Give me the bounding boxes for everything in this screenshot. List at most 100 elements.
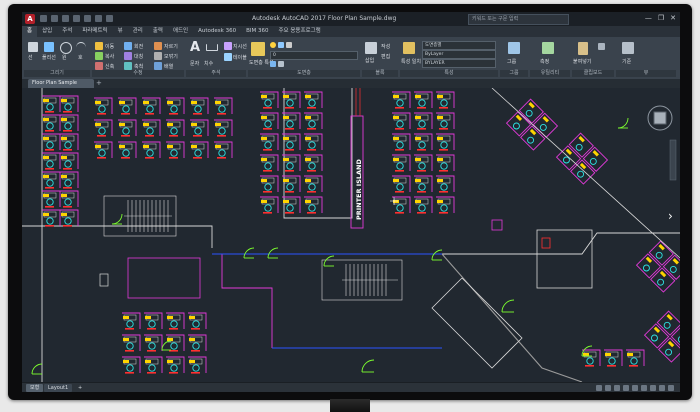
save-icon[interactable] (62, 15, 69, 22)
array-label[interactable]: 배열 (164, 63, 173, 70)
dimension-icon[interactable] (206, 44, 218, 51)
line-label[interactable]: 선 (28, 54, 33, 61)
lightbulb-icon[interactable] (270, 42, 276, 48)
panel-modify-label[interactable]: 수정 (92, 70, 184, 77)
layer-tool-icon[interactable] (270, 61, 276, 67)
snap-icon[interactable] (605, 385, 611, 391)
sun-icon[interactable] (278, 42, 284, 48)
edit-label[interactable]: 편집 (381, 53, 390, 60)
scale-icon[interactable] (124, 62, 132, 70)
rotate-label[interactable]: 회전 (134, 43, 143, 50)
match-properties-label[interactable]: 특성 일치 (401, 58, 421, 65)
minimize-button[interactable]: — (645, 14, 652, 22)
copy-icon[interactable] (95, 52, 103, 60)
new-tab-button[interactable]: + (96, 79, 102, 88)
navigation-bar[interactable] (669, 139, 677, 181)
table-icon[interactable] (224, 53, 232, 61)
text-icon[interactable]: A (190, 40, 200, 55)
polyline-icon[interactable] (44, 42, 54, 52)
redo-icon[interactable] (106, 15, 113, 22)
linetype-dropdown[interactable]: ByLayer (422, 50, 496, 59)
panel-layers-label[interactable]: 도면층 (248, 70, 360, 77)
tab-manage[interactable]: 관리 (128, 26, 148, 37)
circle-icon[interactable] (60, 42, 72, 54)
measure-icon[interactable] (542, 42, 554, 54)
tab-output[interactable]: 출력 (148, 26, 168, 37)
stretch-icon[interactable] (95, 62, 103, 70)
group-label[interactable]: 그룹 (507, 58, 516, 65)
osnap-icon[interactable] (632, 385, 638, 391)
tab-addins[interactable]: 애드인 (168, 26, 193, 37)
search-input[interactable]: 키워드 또는 구문 입력 (468, 14, 569, 25)
copy-label[interactable]: 복사 (105, 53, 114, 60)
leader-icon[interactable] (224, 42, 232, 50)
open-file-icon[interactable] (51, 15, 58, 22)
panel-clipboard-label[interactable]: 클립보드 (572, 70, 614, 77)
tab-model[interactable]: 모형 (26, 384, 44, 392)
panel-draw-label[interactable]: 그리기 (24, 70, 90, 77)
rotate-icon[interactable] (124, 42, 132, 50)
line-icon[interactable] (28, 42, 38, 52)
panel-block-label[interactable]: 블록 (362, 70, 398, 77)
measure-label[interactable]: 측정 (540, 58, 549, 65)
panel-utilities-label[interactable]: 유틸리티 (530, 70, 570, 77)
leader-label[interactable]: 지시선 (233, 43, 247, 50)
autocad-logo-icon[interactable]: A (25, 14, 35, 24)
fillet-label[interactable]: 모깎기 (164, 53, 178, 60)
create-label[interactable]: 작성 (381, 43, 390, 50)
layer-tool-icon-2[interactable] (278, 61, 284, 67)
color-dropdown[interactable]: 도면층별 (422, 41, 496, 50)
trim-icon[interactable] (154, 42, 162, 50)
workspace-icon[interactable] (659, 385, 665, 391)
polar-icon[interactable] (623, 385, 629, 391)
customize-icon[interactable] (668, 385, 674, 391)
panel-properties-label[interactable]: 특성 (400, 70, 498, 77)
lineweight-icon[interactable] (641, 385, 647, 391)
close-button[interactable]: ✕ (670, 14, 676, 22)
tab-parametric[interactable]: 파라메트릭 (77, 26, 112, 37)
mirror-icon[interactable] (124, 52, 132, 60)
tab-insert[interactable]: 삽입 (37, 26, 57, 37)
move-icon[interactable] (95, 42, 103, 50)
base-label[interactable]: 기준 (622, 58, 631, 65)
layer-dropdown[interactable]: 0 (270, 51, 358, 60)
plot-icon[interactable] (84, 15, 91, 22)
layer-properties-icon[interactable] (251, 42, 265, 56)
trim-label[interactable]: 자르기 (164, 43, 178, 50)
panel-groups-label[interactable]: 그룹 (500, 70, 528, 77)
grid-icon[interactable] (596, 385, 602, 391)
mirror-label[interactable]: 대칭 (134, 53, 143, 60)
dimension-label[interactable]: 치수 (204, 60, 213, 67)
nav-arrow-icon[interactable]: › (668, 209, 673, 223)
drawing-canvas[interactable]: PRINTER ISLAND › (22, 87, 680, 383)
lock-icon[interactable] (286, 42, 292, 48)
stretch-label[interactable]: 신축 (105, 63, 114, 70)
tab-home[interactable]: 홈 (22, 26, 38, 37)
tab-view[interactable]: 뷰 (113, 26, 128, 37)
polyline-label[interactable]: 폴리선 (42, 54, 56, 61)
text-label[interactable]: 문자 (190, 60, 199, 67)
arc-label[interactable]: 호 (78, 54, 83, 61)
undo-icon[interactable] (95, 15, 102, 22)
floor-plan-drawing[interactable]: PRINTER ISLAND › (22, 87, 680, 383)
match-properties-icon[interactable] (403, 42, 415, 54)
copy-clip-icon[interactable] (598, 43, 605, 50)
file-tab-floor-plan[interactable]: Floor Plan Sample (28, 79, 94, 88)
tab-a360[interactable]: Autodesk 360 (193, 26, 241, 37)
save-as-icon[interactable] (73, 15, 80, 22)
add-layout-button[interactable]: + (74, 384, 86, 392)
tab-layout1[interactable]: Layout1 (44, 384, 73, 392)
tab-featured-apps[interactable]: 주요 응용프로그램 (273, 26, 325, 37)
ortho-icon[interactable] (614, 385, 620, 391)
paste-icon[interactable] (578, 42, 588, 55)
group-icon[interactable] (508, 42, 520, 54)
panel-view-label[interactable]: 뷰 (616, 70, 676, 77)
tab-annotate[interactable]: 주석 (57, 26, 77, 37)
annotation-scale-icon[interactable] (650, 385, 656, 391)
tab-bim360[interactable]: BIM 360 (241, 26, 273, 37)
lineweight-dropdown[interactable]: BYLAYER (422, 59, 496, 68)
array-icon[interactable] (154, 62, 162, 70)
insert-icon[interactable] (365, 42, 377, 54)
fillet-icon[interactable] (154, 52, 162, 60)
scale-label[interactable]: 축척 (134, 63, 143, 70)
